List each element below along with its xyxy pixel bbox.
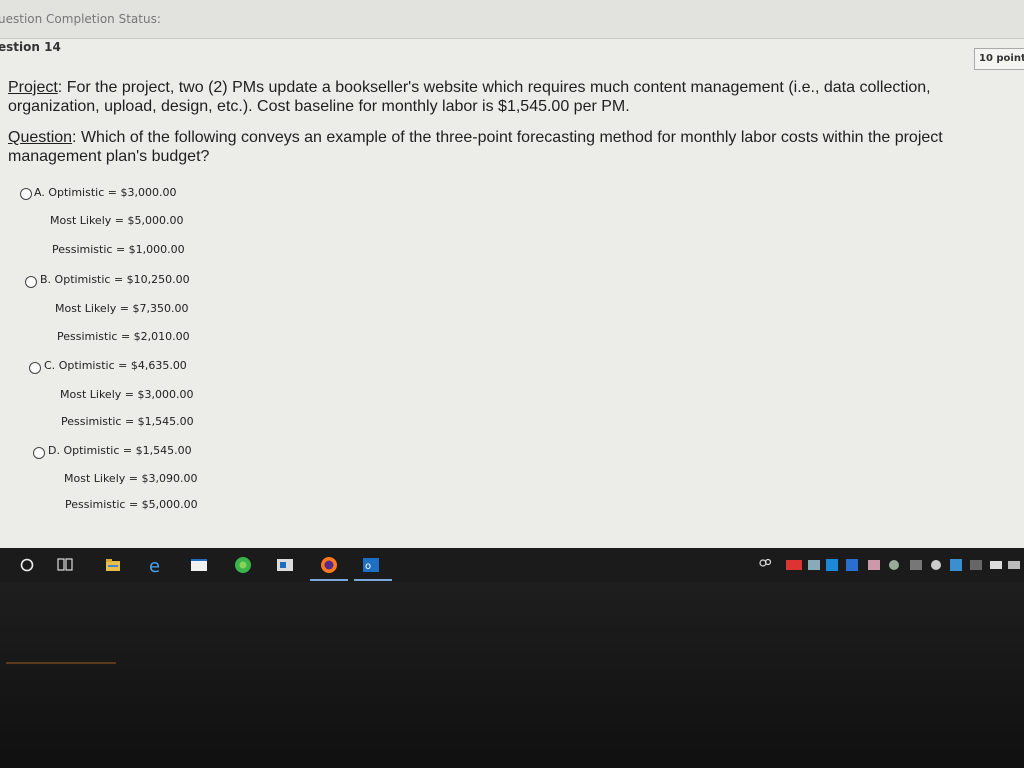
option-c-optimistic[interactable]: C. Optimistic = $4,635.00: [44, 359, 187, 372]
question-number: estion 14: [0, 40, 61, 54]
firefox-active-indicator: [310, 579, 348, 581]
option-d-radio[interactable]: [33, 447, 45, 459]
browser-content: uestion Completion Status: estion 14 10 …: [0, 0, 1024, 548]
option-a-radio[interactable]: [20, 188, 32, 200]
option-a-optimistic[interactable]: A. Optimistic = $3,000.00: [34, 186, 176, 199]
option-b-pessimistic: Pessimistic = $2,010.00: [57, 330, 190, 343]
laptop-bezel: [0, 582, 1024, 768]
points-label: 10 point: [979, 53, 1024, 64]
project-text: : For the project, two (2) PMs update a …: [8, 79, 931, 115]
firefox-icon[interactable]: [320, 556, 338, 574]
file-explorer-icon[interactable]: [104, 556, 122, 574]
app-icon[interactable]: [276, 556, 294, 574]
project-label: Project: [8, 79, 58, 96]
option-b-most-likely: Most Likely = $7,350.00: [55, 302, 189, 315]
question-body: Project: For the project, two (2) PMs up…: [8, 78, 1018, 166]
question-completion-status-bar: uestion Completion Status:: [0, 0, 1024, 39]
option-c-most-likely: Most Likely = $3,000.00: [60, 388, 194, 401]
chrome-icon[interactable]: [234, 556, 252, 574]
question-header: estion 14: [0, 38, 1024, 56]
project-paragraph: Project: For the project, two (2) PMs up…: [8, 78, 1018, 116]
edge-icon[interactable]: e: [148, 556, 166, 577]
people-icon[interactable]: [756, 556, 774, 574]
option-c-pessimistic: Pessimistic = $1,545.00: [61, 415, 194, 428]
option-d-optimistic[interactable]: D. Optimistic = $1,545.00: [48, 444, 192, 457]
question-paragraph: Question: Which of the following conveys…: [8, 128, 1018, 166]
tray-icons[interactable]: [786, 558, 1022, 572]
option-c-radio[interactable]: [29, 362, 41, 374]
question-text: : Which of the following conveys an exam…: [8, 129, 943, 165]
bezel-reflection: [6, 662, 116, 664]
svg-text:e: e: [149, 556, 160, 574]
option-a-most-likely: Most Likely = $5,000.00: [50, 214, 184, 227]
window-icon[interactable]: [190, 556, 208, 574]
option-d-most-likely: Most Likely = $3,090.00: [64, 472, 198, 485]
option-d-pessimistic: Pessimistic = $5,000.00: [65, 498, 198, 511]
option-b-optimistic[interactable]: B. Optimistic = $10,250.00: [40, 273, 190, 286]
completion-status-label: uestion Completion Status:: [0, 12, 161, 26]
windows-taskbar: e o: [0, 548, 1024, 582]
outlook-active-indicator: [354, 579, 392, 581]
svg-text:o: o: [365, 561, 371, 572]
outlook-icon[interactable]: o: [362, 556, 380, 574]
option-a-pessimistic: Pessimistic = $1,000.00: [52, 243, 185, 256]
question-label: Question: [8, 129, 73, 146]
points-badge: 10 point: [974, 48, 1024, 70]
task-view-icon[interactable]: [56, 556, 74, 574]
option-b-radio[interactable]: [25, 276, 37, 288]
start-icon[interactable]: [18, 556, 36, 574]
